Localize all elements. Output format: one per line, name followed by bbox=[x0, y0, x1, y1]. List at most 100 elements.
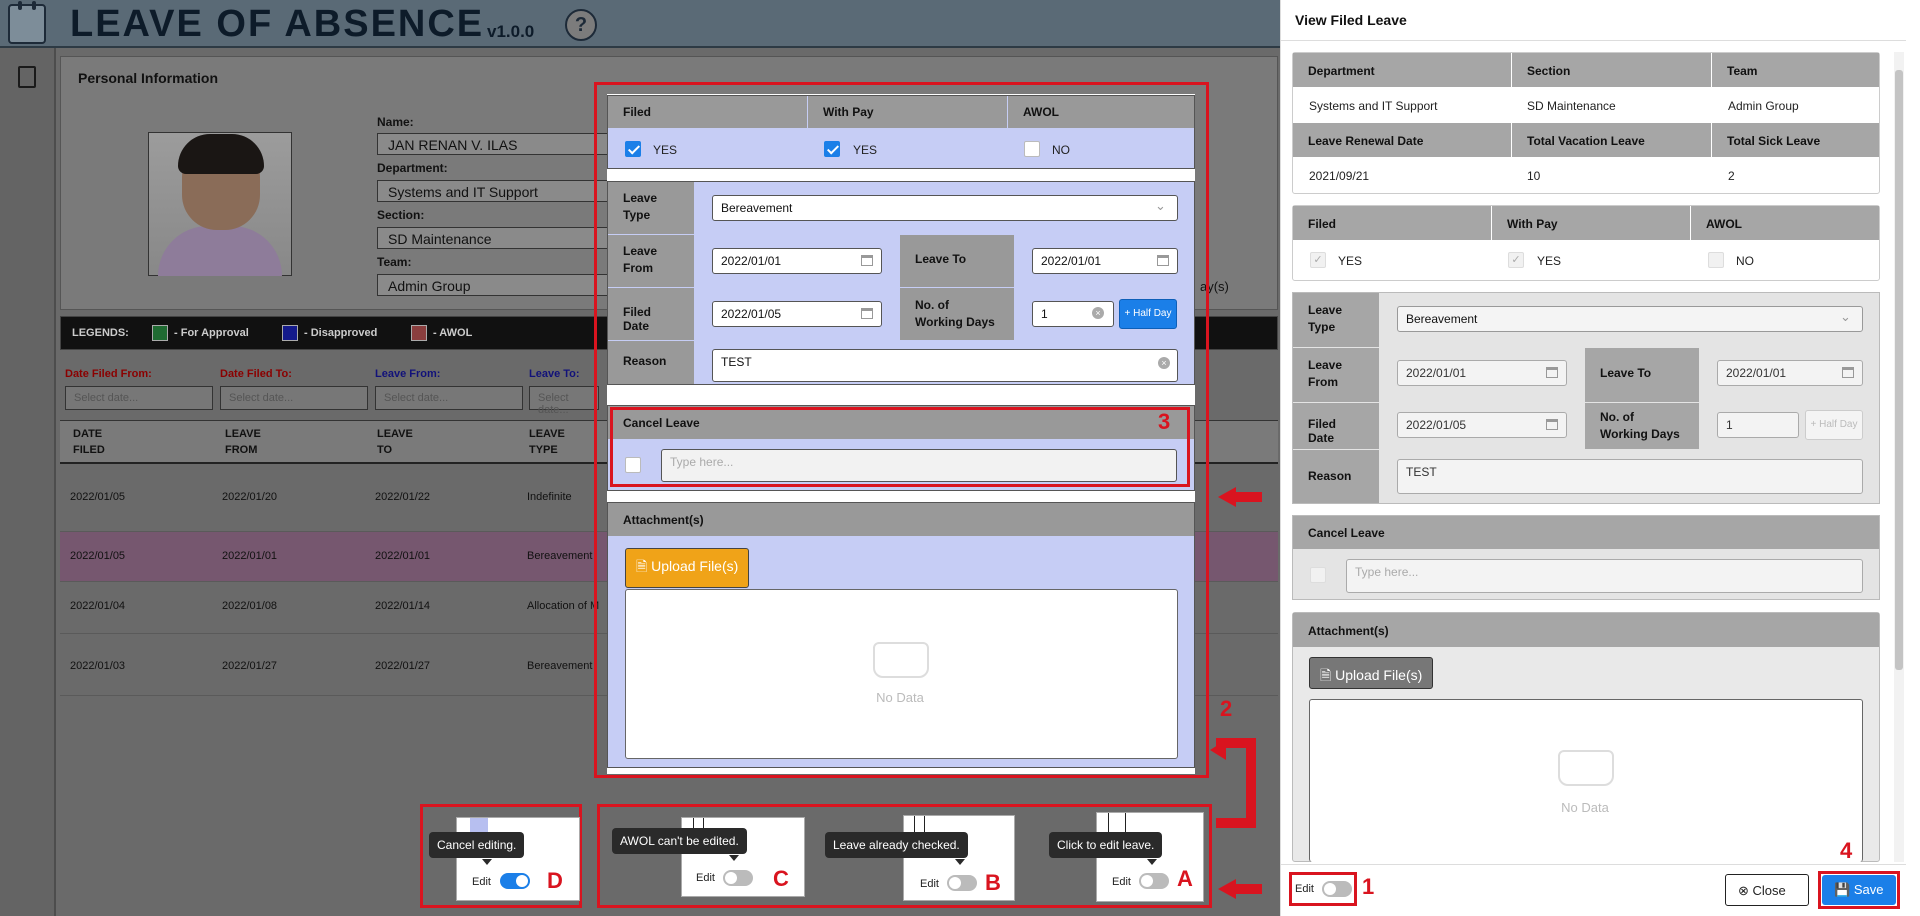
annotation-label-4: 4 bbox=[1840, 838, 1853, 863]
close-button[interactable]: ⊗ Close bbox=[1725, 874, 1809, 906]
team-field: Admin Group bbox=[377, 274, 617, 296]
cell: 2022/01/27 bbox=[222, 660, 278, 672]
vacation-leave-header: Total Vacation Leave bbox=[1512, 123, 1711, 157]
chevron-down-icon[interactable]: ⌄ bbox=[1840, 309, 1851, 325]
file-icon: 🗎 bbox=[1320, 667, 1332, 683]
legend-swatch-approval bbox=[152, 325, 168, 341]
save-button[interactable]: 💾 Save bbox=[1822, 875, 1896, 905]
edit-toggle-disabled[interactable] bbox=[947, 875, 977, 891]
filed-date-input[interactable]: 2022/01/05 bbox=[1397, 412, 1567, 438]
department-label: Department: bbox=[377, 161, 448, 175]
filed-checkbox[interactable] bbox=[625, 141, 641, 157]
renewal-date-header: Leave Renewal Date bbox=[1293, 123, 1511, 157]
filed-checkbox-disabled[interactable]: ✓ bbox=[1310, 252, 1326, 268]
filter-leave-to-input[interactable]: Select date... bbox=[529, 386, 599, 416]
reason-label: Reason bbox=[608, 341, 694, 384]
help-icon[interactable]: ? bbox=[565, 9, 597, 41]
annotation-label-C: C bbox=[773, 866, 789, 891]
leave-to-input[interactable]: 2022/01/01 bbox=[1032, 248, 1178, 274]
close-circle-icon: ⊗ bbox=[1738, 883, 1749, 898]
cell: 2022/01/04 bbox=[70, 600, 126, 612]
calendar-icon bbox=[1842, 367, 1854, 378]
tooltip-arrow bbox=[729, 855, 739, 861]
with-pay-checkbox[interactable] bbox=[824, 141, 840, 157]
calendar-icon bbox=[8, 1, 46, 44]
leave-from-input[interactable]: 2022/01/01 bbox=[712, 248, 882, 274]
edit-toggle[interactable] bbox=[1322, 881, 1352, 897]
department-value: Systems and IT Support bbox=[1309, 99, 1438, 113]
col-leave-type[interactable]: LEAVE TYPE bbox=[529, 426, 565, 458]
col-leave-from[interactable]: LEAVE FROM bbox=[225, 426, 261, 458]
leave-type-label: Leave Type bbox=[1293, 293, 1379, 347]
filed-header: Filed bbox=[1293, 206, 1491, 240]
legend-swatch-awol bbox=[411, 325, 427, 341]
awol-header: AWOL bbox=[1008, 96, 1194, 128]
department-field: Systems and IT Support bbox=[377, 180, 617, 202]
half-day-button[interactable]: + Half Day bbox=[1119, 299, 1177, 329]
annotation-arrow bbox=[1218, 879, 1262, 899]
leave-from-input[interactable]: 2022/01/01 bbox=[1397, 360, 1567, 386]
filed-date-input[interactable]: 2022/01/05 bbox=[712, 301, 882, 327]
awol-checkbox-disabled[interactable] bbox=[1708, 252, 1724, 268]
avatar-hair bbox=[178, 134, 264, 174]
with-pay-checkbox-disabled[interactable]: ✓ bbox=[1508, 252, 1524, 268]
edit-label: Edit bbox=[696, 872, 715, 884]
edit-toggle-on[interactable] bbox=[500, 873, 530, 889]
awol-value: NO bbox=[1052, 143, 1070, 157]
cell: 2022/01/05 bbox=[70, 550, 126, 562]
reason-input[interactable]: TEST bbox=[712, 349, 1178, 382]
col-leave-to[interactable]: LEAVE TO bbox=[377, 426, 413, 458]
sidebar bbox=[0, 48, 56, 916]
col-date-filed[interactable]: DATE FILED bbox=[73, 426, 105, 458]
calendar-icon bbox=[861, 255, 873, 266]
awol-checkbox[interactable] bbox=[1024, 141, 1040, 157]
working-days-label: No. of Working Days bbox=[900, 288, 1014, 340]
cancel-reason-input[interactable]: Type here... bbox=[1346, 559, 1863, 593]
cell: 2022/01/08 bbox=[222, 600, 278, 612]
cell: Bereavement bbox=[527, 660, 593, 672]
upload-button[interactable]: 🗎 Upload File(s) bbox=[625, 548, 750, 588]
sick-leave-value: 2 bbox=[1728, 169, 1735, 183]
upload-button-disabled[interactable]: 🗎 Upload File(s) bbox=[1309, 657, 1434, 689]
department-header: Department bbox=[1293, 53, 1511, 87]
cell: Bereavement bbox=[527, 550, 593, 562]
section-field: SD Maintenance bbox=[377, 227, 617, 249]
team-header: Team bbox=[1712, 53, 1879, 87]
cancel-leave-checkbox-disabled[interactable] bbox=[1310, 567, 1326, 583]
chevron-down-icon[interactable]: ⌄ bbox=[1155, 198, 1166, 214]
leave-type-select[interactable]: Bereavement bbox=[1397, 306, 1863, 332]
vacation-leave-value: 10 bbox=[1527, 169, 1541, 183]
leave-to-label: Leave To bbox=[900, 235, 1014, 287]
working-days-input[interactable]: 1 bbox=[1717, 412, 1799, 438]
tooltip-click-to-edit: Click to edit leave. bbox=[1049, 832, 1163, 858]
leave-type-select[interactable]: Bereavement bbox=[712, 195, 1178, 221]
legend-awol: - AWOL bbox=[433, 327, 473, 339]
edit-toggle-disabled[interactable] bbox=[723, 870, 753, 886]
clear-icon[interactable]: × bbox=[1092, 307, 1104, 319]
filter-filed-from-input[interactable]: Select date... bbox=[65, 386, 213, 410]
calendar-icon bbox=[1546, 419, 1558, 430]
leave-to-input[interactable]: 2022/01/01 bbox=[1717, 360, 1863, 386]
calendar-icon bbox=[1546, 367, 1558, 378]
tooltip-arrow bbox=[955, 859, 965, 865]
half-day-button-disabled[interactable]: + Half Day bbox=[1805, 410, 1863, 440]
document-icon[interactable] bbox=[18, 66, 36, 88]
team-value: Admin Group bbox=[1728, 99, 1799, 113]
awol-value: NO bbox=[1736, 254, 1754, 268]
clear-icon[interactable]: × bbox=[1158, 357, 1170, 369]
annotation-label-D: D bbox=[547, 868, 563, 893]
scrollbar-thumb[interactable] bbox=[1895, 70, 1903, 670]
reason-input[interactable]: TEST bbox=[1397, 459, 1863, 494]
with-pay-value: YES bbox=[853, 143, 878, 157]
legend-swatch-disapproved bbox=[282, 325, 298, 341]
annotation-label-A: A bbox=[1177, 866, 1193, 891]
edit-toggle-off[interactable] bbox=[1139, 873, 1169, 889]
filed-value: YES bbox=[1338, 254, 1363, 268]
filter-filed-to-input[interactable]: Select date... bbox=[220, 386, 368, 410]
save-icon: 💾 bbox=[1834, 882, 1851, 897]
edit-label: Edit bbox=[472, 876, 491, 888]
file-icon: 🗎 bbox=[636, 558, 648, 574]
annotation-label-B: B bbox=[985, 870, 1001, 895]
cell: 2022/01/05 bbox=[70, 491, 126, 503]
filter-leave-from-input[interactable]: Select date... bbox=[375, 386, 523, 410]
